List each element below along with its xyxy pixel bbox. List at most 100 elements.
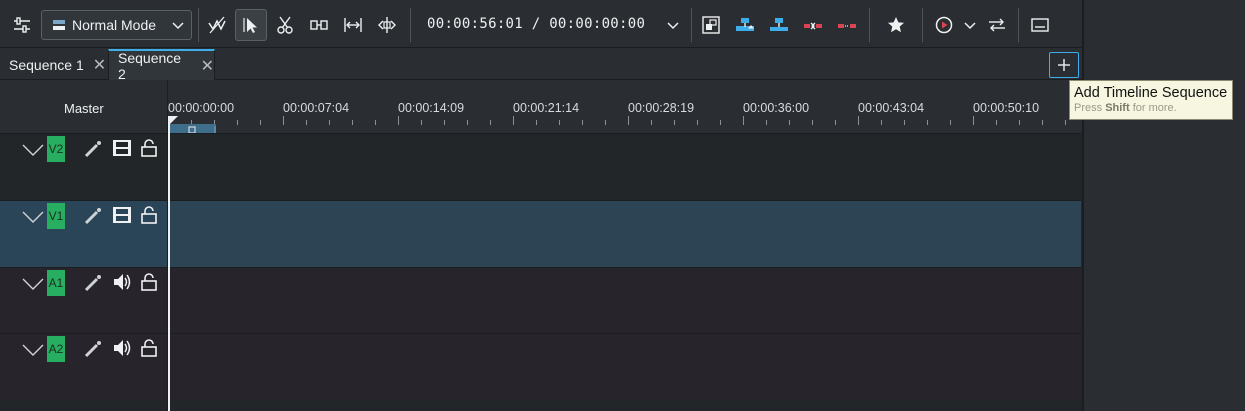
lock-icon[interactable] (140, 138, 158, 158)
select-tool-icon[interactable] (235, 9, 267, 41)
chevron-down-icon (172, 22, 184, 30)
track-name[interactable]: V2 (47, 136, 65, 162)
kdenlive-timeline: Normal Mode 00:00:56:01 / 00:00:00:00 Se… (0, 0, 1082, 411)
timecode-display[interactable]: 00:00:56:01 / 00:00:00:00 (427, 16, 645, 32)
lock-icon[interactable] (140, 272, 158, 292)
close-icon[interactable]: ✕ (93, 55, 106, 75)
ruler-minor-tick (260, 120, 261, 125)
effects-wand-icon[interactable] (83, 339, 103, 359)
ruler-minor-tick (904, 120, 905, 125)
add-sequence-tooltip: Add Timeline Sequence Press Shift for mo… (1069, 80, 1233, 120)
ruler-minor-tick (697, 120, 698, 125)
master-label[interactable]: Master (64, 101, 104, 116)
collapse-chevron-icon[interactable] (22, 343, 44, 357)
separator (691, 8, 692, 42)
timeline-settings-icon[interactable] (6, 9, 38, 41)
ruler-minor-tick (950, 120, 951, 125)
overwrite-icon[interactable] (763, 9, 795, 41)
timeline-toolbar: Normal Mode 00:00:56:01 / 00:00:00:00 (0, 0, 1082, 48)
spacer-tool-icon[interactable] (201, 9, 233, 41)
speaker-icon[interactable] (112, 272, 132, 292)
tab-label: Sequence 2 (118, 49, 182, 82)
track-header-v2[interactable]: V2 (0, 133, 167, 200)
overwrite-mode-icon[interactable] (695, 9, 727, 41)
ruler-minor-tick (605, 120, 606, 125)
favorite-icon[interactable] (880, 9, 912, 41)
ruler-minor-tick (766, 120, 767, 125)
effects-wand-icon[interactable] (83, 139, 103, 159)
subtitle-icon[interactable] (1024, 9, 1056, 41)
track-header-v1[interactable]: V1 (0, 200, 167, 267)
mode-icon (53, 20, 65, 30)
ruler-minor-tick (720, 120, 721, 125)
ruler-minor-tick (237, 120, 238, 125)
lock-icon[interactable] (140, 338, 158, 358)
right-panel (1082, 0, 1245, 411)
tab-sequence-1[interactable]: Sequence 1 ✕ (0, 49, 107, 80)
add-sequence-button[interactable] (1049, 52, 1079, 78)
lock-icon[interactable] (140, 205, 158, 225)
ruler-label: 00:00:14:09 (398, 101, 465, 115)
playhead[interactable] (168, 116, 170, 411)
zone-bar[interactable] (170, 124, 216, 135)
separator (869, 8, 870, 42)
lift-icon[interactable] (831, 9, 863, 41)
extract-icon[interactable] (797, 9, 829, 41)
film-icon[interactable] (112, 205, 132, 225)
track-header-a2[interactable]: A2 (0, 333, 167, 400)
effects-wand-icon[interactable] (83, 206, 103, 226)
timeline-mode-select[interactable]: Normal Mode (41, 10, 192, 40)
ruler-minor-tick (835, 120, 836, 125)
collapse-chevron-icon[interactable] (22, 210, 44, 224)
ripple-tool-icon[interactable] (337, 9, 369, 41)
ruler-label: 00:00:50:10 (973, 101, 1040, 115)
mixer-icon[interactable] (981, 9, 1013, 41)
ruler-minor-tick (1042, 120, 1043, 125)
ruler-major-tick (858, 116, 859, 125)
track-name[interactable]: A2 (47, 336, 65, 362)
collapse-chevron-icon[interactable] (22, 143, 44, 157)
track-name[interactable]: V1 (47, 203, 65, 229)
ruler-minor-tick (881, 120, 882, 125)
plus-icon (1058, 59, 1070, 71)
timeline-ruler[interactable]: 00:00:00:00 00:00:07:04 00:00:14:09 00:00:2… (168, 80, 1082, 133)
ruler-label: 00:00:28:19 (628, 101, 695, 115)
speaker-icon[interactable] (112, 338, 132, 358)
track-lane-a2[interactable] (168, 333, 1081, 400)
ruler-minor-tick (927, 120, 928, 125)
separator (922, 8, 923, 42)
track-header-a1[interactable]: A1 (0, 267, 167, 333)
ruler-major-tick (628, 116, 629, 125)
ruler-label: 00:00:00:00 (168, 101, 235, 115)
sequence-tab-bar: Sequence 1 ✕ Sequence 2 ✕ (0, 48, 1082, 82)
track-lane-v1[interactable] (168, 200, 1081, 267)
track-name[interactable]: A1 (47, 270, 65, 296)
slip-tool-icon[interactable] (303, 9, 335, 41)
film-icon[interactable] (112, 138, 132, 158)
chevron-down-icon[interactable] (657, 9, 689, 41)
ruler-minor-tick (467, 120, 468, 125)
tab-sequence-2[interactable]: Sequence 2 ✕ (108, 49, 215, 82)
ruler-minor-tick (789, 120, 790, 125)
insert-icon[interactable] (729, 9, 761, 41)
ruler-minor-tick (444, 120, 445, 125)
collapse-chevron-icon[interactable] (22, 277, 44, 291)
razor-tool-icon[interactable] (269, 9, 301, 41)
tooltip-hint: Press Shift for more. (1074, 102, 1232, 114)
playhead-marker-icon[interactable] (169, 116, 178, 125)
ruler-minor-tick (490, 120, 491, 125)
ruler-major-tick (283, 116, 284, 125)
separator (198, 8, 199, 42)
ruler-minor-tick (812, 120, 813, 125)
close-icon[interactable]: ✕ (201, 56, 214, 76)
ruler-minor-tick (1065, 120, 1066, 125)
tab-label: Sequence 1 (9, 56, 84, 73)
track-lane-a1[interactable] (168, 267, 1081, 333)
ruler-minor-tick (674, 120, 675, 125)
effects-wand-icon[interactable] (83, 273, 103, 293)
multicam-tool-icon[interactable] (371, 9, 403, 41)
ruler-major-tick (513, 116, 514, 125)
mode-label: Normal Mode (72, 17, 157, 33)
ruler-major-tick (398, 116, 399, 125)
track-lane-v2[interactable] (168, 133, 1081, 200)
